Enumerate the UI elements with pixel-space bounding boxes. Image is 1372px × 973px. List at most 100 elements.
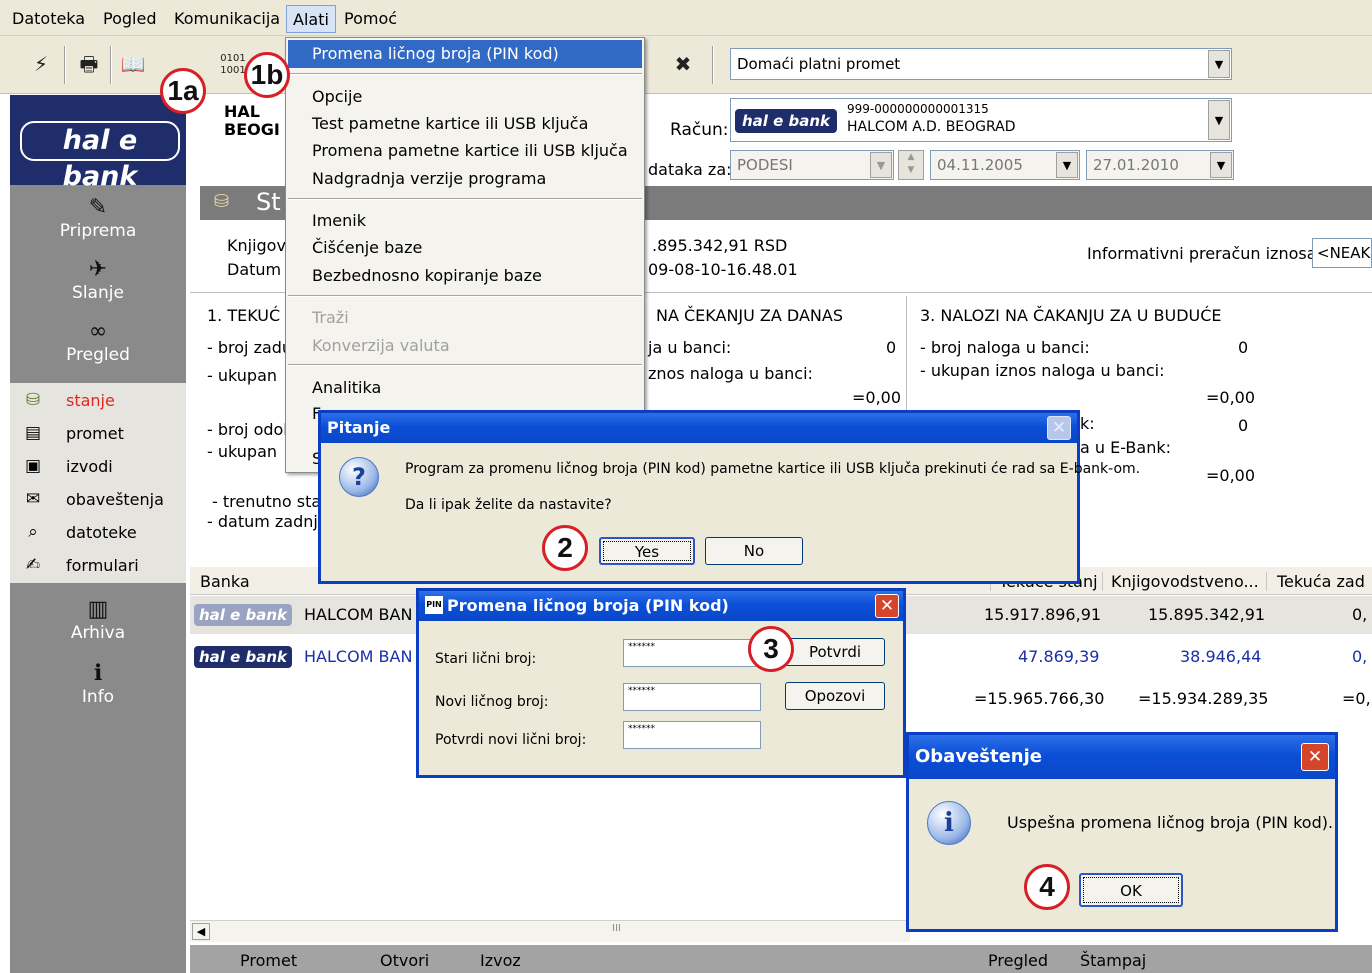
old-pin-field[interactable]: ****** <box>623 639 761 667</box>
section3-line: - broj naloga u banci: <box>920 338 1090 357</box>
sidebar-item-label: Priprema <box>59 221 137 241</box>
statement-icon: ▣ <box>24 456 42 476</box>
printer-icon[interactable]: 🖶 <box>74 49 104 79</box>
sidebar-item-promet[interactable]: ▤ promet <box>10 418 186 452</box>
menu-item-opcije[interactable]: Opcije <box>312 87 362 106</box>
menu-komunikacija[interactable]: Komunikacija <box>174 9 280 28</box>
new-pin-label: Novi ličnog broj: <box>435 694 549 710</box>
column-header-tekuca-zad[interactable]: Tekuća zad <box>1266 572 1372 591</box>
menu-item-change-card[interactable]: Promena pametne kartice ili USB ključa <box>312 141 628 160</box>
menu-item-test-card[interactable]: Test pametne kartice ili USB ključa <box>312 114 588 133</box>
section2-line: znos naloga u banci: <box>648 364 813 383</box>
section3-line: - ukupan iznos naloga u banci: <box>920 361 1165 380</box>
chevron-down-icon[interactable]: ▼ <box>1208 100 1230 140</box>
close-icon[interactable]: ✕ <box>1047 416 1071 440</box>
sidebar-item-priprema[interactable]: ✎ Priprema <box>10 195 186 241</box>
account-select[interactable]: hal e bank 999-000000000001315 HALCOM A.… <box>730 98 1232 142</box>
date-from-field[interactable]: 04.11.2005 ▼ <box>930 150 1080 180</box>
sidebar-item-pregled[interactable]: ∞ Pregled <box>10 319 186 365</box>
potvrdi-button[interactable]: Potvrdi <box>785 638 885 666</box>
info-calc-select[interactable]: <NEAK <box>1312 238 1372 268</box>
book-icon[interactable]: 📖 <box>118 49 148 79</box>
sidebar-item-obavestenja[interactable]: ✉ obaveštenja <box>10 484 186 518</box>
question-prompt: Da li ipak želite da nastavite? <box>405 497 612 513</box>
otvori-button[interactable]: Otvori <box>380 951 429 970</box>
sidebar-item-label: Pregled <box>66 345 130 365</box>
sidebar-item-datoteke[interactable]: ⌕ datoteke <box>10 517 186 551</box>
horizontal-scrollbar[interactable]: ◀ III <box>190 920 910 942</box>
yes-button[interactable]: Yes <box>599 537 695 565</box>
date-to-field[interactable]: 27.01.2010 ▼ <box>1086 150 1234 180</box>
chevron-down-icon[interactable]: ▼ <box>1208 50 1230 78</box>
section1-line: - ukupan <box>207 442 278 461</box>
pregled-button[interactable]: Pregled <box>988 951 1048 970</box>
promet-button[interactable]: Promet <box>240 951 297 970</box>
tools-icon[interactable]: ✖ <box>668 49 698 79</box>
menu-item-analitika[interactable]: Analitika <box>312 378 381 397</box>
column-header-banka[interactable]: Banka <box>200 572 250 591</box>
section3-line: k: <box>1080 414 1095 433</box>
close-icon[interactable]: ✕ <box>1301 743 1329 771</box>
information-icon: i <box>927 801 971 845</box>
sidebar-item-label: datoteke <box>66 523 137 542</box>
total-extra: =0, <box>1342 689 1371 708</box>
date-value: 09-08-10-16.48.01 <box>648 260 798 279</box>
transfer-type-select[interactable]: Domaći platni promet ▼ <box>730 48 1232 80</box>
period-select[interactable]: PODESI ▼ <box>730 150 894 180</box>
menu-item-upgrade[interactable]: Nadgradnja verzije programa <box>312 169 546 188</box>
sidebar-item-info[interactable]: ℹ Info <box>10 661 186 707</box>
callout-3: 3 <box>748 626 794 672</box>
opozovi-button[interactable]: Opozovi <box>785 682 885 710</box>
sidebar-item-slanje[interactable]: ✈ Slanje <box>10 257 186 303</box>
dialog-title-bar: PIN Promena ličnog broja (PIN kod) ✕ <box>419 591 903 621</box>
book-value: .895.342,91 RSD <box>652 236 788 255</box>
data-for-label: dataka za: <box>648 160 732 179</box>
chevron-down-icon[interactable]: ▼ <box>870 152 892 178</box>
section2-line: ja u banci: <box>648 338 732 357</box>
section3-value: 0 <box>1238 338 1249 357</box>
scroll-left-icon[interactable]: ◀ <box>192 923 210 940</box>
chevron-down-icon[interactable]: ▼ <box>1210 152 1232 178</box>
chevron-down-icon[interactable]: ▼ <box>1056 152 1078 178</box>
total-book: =15.934.289,35 <box>1138 689 1269 708</box>
section3-value: =0,00 <box>1206 466 1256 485</box>
menu-item-clean-db[interactable]: Čišćenje baze <box>312 238 422 257</box>
account-owner: HALCOM A.D. BEOGRAD <box>847 119 1016 135</box>
menu-datoteka[interactable]: Datoteka <box>12 9 85 28</box>
binoculars-icon: ∞ <box>88 319 108 344</box>
menu-pogled[interactable]: Pogled <box>103 9 156 28</box>
izvoz-button[interactable]: Izvoz <box>480 951 521 970</box>
sidebar-item-stanje[interactable]: ⛁ stanje <box>10 385 186 419</box>
bottom-action-bar: Promet Otvori Izvoz Pregled Štampaj <box>190 945 1372 973</box>
menu-pomoc[interactable]: Pomoć <box>344 9 397 28</box>
spin-stepper[interactable]: ▲ ▼ <box>898 150 924 180</box>
lightning-icon[interactable]: ⚡ <box>26 49 56 79</box>
menu-item-pin-change[interactable]: Promena ličnog broja (PIN kod) <box>312 44 559 63</box>
toolbar-separator <box>64 46 66 84</box>
account-label: Račun: <box>670 120 729 140</box>
menu-item-backup-db[interactable]: Bezbednosno kopiranje baze <box>312 266 542 285</box>
menu-item-imenik[interactable]: Imenik <box>312 211 366 230</box>
confirm-pin-field[interactable]: ****** <box>623 721 761 749</box>
no-button[interactable]: No <box>705 537 803 565</box>
ledger-icon: ▤ <box>24 423 42 443</box>
sidebar-item-formulari[interactable]: ✍ formulari <box>10 550 186 584</box>
stampaj-button[interactable]: Štampaj <box>1080 951 1146 970</box>
logo-text: hal e bank <box>20 121 180 192</box>
sidebar-item-arhiva[interactable]: ▥ Arhiva <box>10 597 186 643</box>
sidebar-item-izvodi[interactable]: ▣ izvodi <box>10 451 186 485</box>
menu-item-trazi[interactable]: Traži <box>312 308 349 327</box>
menu-bar: Datoteka Pogled Komunikacija Alati Pomoć <box>0 0 1372 36</box>
new-pin-field[interactable]: ****** <box>623 683 761 711</box>
ok-button[interactable]: OK <box>1079 873 1183 907</box>
menu-alati[interactable]: Alati <box>286 5 336 33</box>
column-header-knjigovodstveno[interactable]: Knjigovodstveno... <box>1102 572 1264 591</box>
row-current: 47.869,39 <box>1018 647 1100 666</box>
account-number: 999-000000000001315 <box>847 102 989 116</box>
close-icon[interactable]: ✕ <box>875 594 899 618</box>
section3-line: a u E-Bank: <box>1080 438 1172 457</box>
menu-item-currency[interactable]: Konverzija valuta <box>312 336 450 355</box>
sidebar: hal e bank ✎ Priprema ✈ Slanje ∞ Pregled… <box>10 95 186 973</box>
menu-separator <box>288 364 642 366</box>
pin-app-icon: PIN <box>425 596 443 614</box>
